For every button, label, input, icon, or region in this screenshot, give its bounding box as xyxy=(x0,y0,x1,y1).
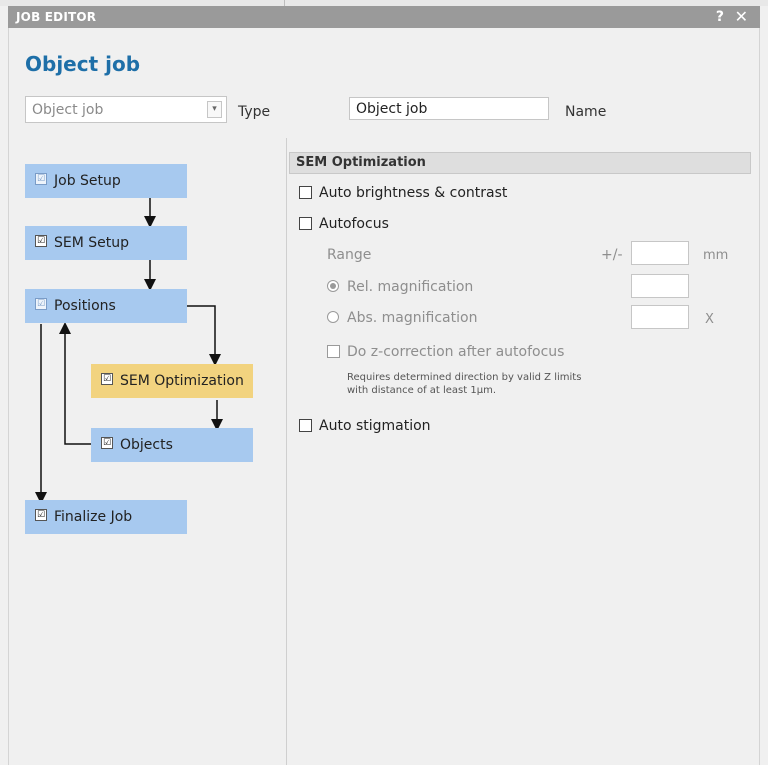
auto-stigmation-checkbox[interactable] xyxy=(299,418,312,432)
abs-magnification-label: Abs. magnification xyxy=(347,310,478,326)
step-label: SEM Optimization xyxy=(120,373,244,389)
note-line-2: with distance of at least 1µm. xyxy=(347,385,497,396)
checkbox-icon[interactable]: ☑ xyxy=(35,235,47,247)
page-title: Object job xyxy=(25,52,141,76)
checkbox-icon[interactable]: ☑ xyxy=(35,509,47,521)
step-label: Objects xyxy=(120,437,173,453)
range-input[interactable] xyxy=(631,241,689,265)
panel-title: SEM Optimization xyxy=(289,152,751,174)
checkbox-icon[interactable]: ☑ xyxy=(101,373,113,385)
title-bar: JOB EDITOR ? ✕ xyxy=(8,6,760,28)
autofocus-option[interactable]: Autofocus xyxy=(299,216,389,232)
step-label: Job Setup xyxy=(54,173,121,189)
note-line-1: Requires determined direction by valid Z… xyxy=(347,372,582,383)
auto-stigmation-label: Auto stigmation xyxy=(319,418,431,434)
autofocus-label: Autofocus xyxy=(319,216,389,232)
abs-magnification-input[interactable] xyxy=(631,305,689,329)
z-correction-checkbox[interactable] xyxy=(327,344,340,358)
checkbox-icon[interactable]: ☑ xyxy=(35,173,47,185)
z-correction-option[interactable]: Do z-correction after autofocus xyxy=(327,344,564,360)
autofocus-checkbox[interactable] xyxy=(299,216,312,230)
name-label: Name xyxy=(565,104,607,120)
step-finalize-job[interactable]: ☑ Finalize Job xyxy=(25,500,187,534)
checkbox-icon[interactable]: ☑ xyxy=(35,298,47,310)
checkbox-icon[interactable]: ☑ xyxy=(101,437,113,449)
auto-brightness-label: Auto brightness & contrast xyxy=(319,185,508,201)
range-unit: mm xyxy=(703,248,729,263)
chevron-down-icon[interactable]: ▾ xyxy=(207,101,222,118)
step-label: SEM Setup xyxy=(54,235,130,251)
arrow-objects-to-positions xyxy=(59,322,91,445)
rel-magnification-option[interactable]: Rel. magnification xyxy=(327,279,473,295)
z-correction-label: Do z-correction after autofocus xyxy=(347,344,565,360)
arrow-positions-to-optimization xyxy=(187,305,221,366)
type-label: Type xyxy=(238,104,271,120)
help-icon[interactable]: ? xyxy=(716,9,724,25)
close-icon[interactable]: ✕ xyxy=(735,7,748,26)
rel-magnification-input[interactable] xyxy=(631,274,689,298)
auto-brightness-checkbox[interactable] xyxy=(299,185,312,199)
name-input[interactable] xyxy=(349,97,549,120)
step-objects[interactable]: ☑ Objects xyxy=(91,428,253,462)
auto-stigmation-option[interactable]: Auto stigmation xyxy=(299,418,431,434)
step-positions[interactable]: ☑ Positions xyxy=(25,289,187,323)
z-correction-note: Requires determined direction by valid Z… xyxy=(347,371,581,397)
type-select-value: Object job xyxy=(32,102,104,118)
step-job-setup[interactable]: ☑ Job Setup xyxy=(25,164,187,198)
vertical-divider xyxy=(286,138,287,765)
rel-magnification-radio[interactable] xyxy=(327,280,339,292)
range-label: Range xyxy=(327,247,372,263)
rel-magnification-label: Rel. magnification xyxy=(347,279,474,295)
sem-optimization-panel: SEM Optimization Auto brightness & contr… xyxy=(289,152,751,752)
range-prefix: +/- xyxy=(601,247,623,263)
abs-magnification-radio[interactable] xyxy=(327,311,339,323)
job-editor-window: Object job Object job ▾ Type Name xyxy=(8,28,760,765)
auto-brightness-option[interactable]: Auto brightness & contrast xyxy=(299,185,507,201)
step-label: Finalize Job xyxy=(54,509,133,525)
step-label: Positions xyxy=(54,298,116,314)
abs-magnification-option[interactable]: Abs. magnification xyxy=(327,310,477,326)
step-sem-setup[interactable]: ☑ SEM Setup xyxy=(25,226,187,260)
job-workflow: ☑ Job Setup ☑ SEM Setup ☑ Positions ☑ SEM Op… xyxy=(9,138,285,765)
window-title: JOB EDITOR xyxy=(16,10,97,24)
type-select[interactable]: Object job ▾ xyxy=(25,96,227,123)
abs-unit: X xyxy=(705,312,714,327)
step-sem-optimization[interactable]: ☑ SEM Optimization xyxy=(91,364,253,398)
